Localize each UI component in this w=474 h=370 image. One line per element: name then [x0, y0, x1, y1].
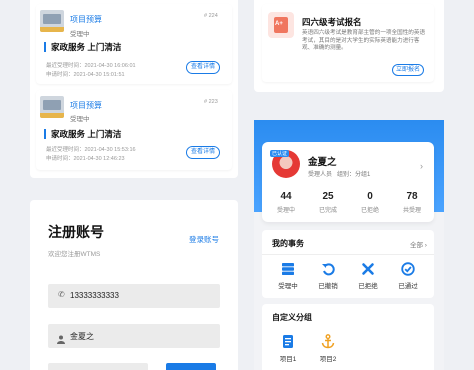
- affair-revoked[interactable]: 已撤销: [310, 262, 346, 292]
- stat-processing-label: 受理中: [276, 208, 295, 214]
- list-item[interactable]: 项目预算 # 223 受理中 家政服务 上门清洁 最近受理时间：2021-04-…: [36, 90, 232, 170]
- login-link[interactable]: 登录账号: [189, 234, 219, 245]
- submit-button[interactable]: [166, 363, 216, 370]
- next-field[interactable]: [48, 363, 148, 370]
- stat-processing-num: 44: [280, 191, 292, 202]
- item-apply-time: 申请时间：2021-04-30 15:01:51: [46, 72, 125, 78]
- profile-role: 受理人员: [308, 172, 333, 178]
- stat-rejected-label: 已拒绝: [360, 208, 379, 214]
- exam-description: 英语四六级考试是教育部主管的一项全国性的英语考试，其目的是对大学生的实际英语能力…: [302, 30, 426, 52]
- stat-total-num: 78: [406, 191, 418, 202]
- stat-total-label: 共受理: [402, 208, 421, 214]
- register-subtitle: 欢迎您注册WTMS: [48, 251, 101, 258]
- phone-value: 13333333333: [70, 291, 119, 300]
- custom-item-1[interactable]: 项目1: [270, 334, 306, 364]
- affair-revoked-label: 已撤销: [318, 283, 338, 290]
- item-status: 受理中: [70, 31, 90, 38]
- profile-card: 已认证 金夏之 受理人员 组别：分组1 › 44 受理中 25 已完成 0 已拒…: [262, 142, 434, 222]
- stat-completed-label: 已完成: [318, 208, 337, 214]
- view-details-button[interactable]: 查看详情: [186, 61, 220, 74]
- list-item[interactable]: 项目预算 # 224 受理中 家政服务 上门清洁 最近受理时间：2021-04-…: [36, 4, 232, 84]
- name-value: 金夏之: [70, 332, 94, 341]
- affairs-card: 我的事务 全部 › 受理中 已撤销 已拒绝 已通过: [262, 230, 434, 298]
- view-details-button[interactable]: 查看详情: [186, 146, 220, 159]
- profile-name: 金夏之: [308, 157, 337, 168]
- exam-icon: A+: [268, 12, 294, 38]
- item-title: 项目预算: [70, 15, 102, 24]
- affair-approved[interactable]: 已通过: [390, 262, 426, 292]
- stat-rejected-num: 0: [367, 191, 373, 202]
- anchor-icon: [321, 334, 335, 349]
- affairs-divider: [262, 254, 434, 255]
- affairs-all-link[interactable]: 全部 ›: [410, 239, 427, 249]
- profile-group: 组别：分组1: [337, 172, 371, 178]
- item-status: 受理中: [70, 116, 90, 123]
- custom-group-title: 自定义分组: [272, 313, 312, 322]
- affairs-title: 我的事务: [272, 239, 304, 248]
- custom-item-2[interactable]: 项目2: [310, 334, 346, 364]
- custom-group-card: 自定义分组 项目1 项目2: [262, 304, 434, 370]
- name-field[interactable]: 金夏之: [48, 324, 220, 348]
- affairs-all-label: 全部: [410, 242, 423, 249]
- check-circle-icon: [401, 262, 415, 276]
- phone-field[interactable]: ✆ 13333333333: [48, 284, 220, 308]
- document-icon: [283, 335, 293, 348]
- chevron-right-icon[interactable]: ›: [420, 161, 423, 171]
- item-number: # 224: [204, 13, 218, 19]
- project-thumbnail: [40, 10, 64, 32]
- item-apply-time: 申请时间：2021-04-30 12:46:23: [46, 156, 125, 162]
- custom-item-2-label: 项目2: [319, 356, 337, 363]
- affair-processing[interactable]: 受理中: [270, 262, 306, 292]
- item-subject: 家政服务 上门清洁: [44, 42, 121, 52]
- item-subject: 家政服务 上门清洁: [44, 129, 121, 139]
- affair-rejected-label: 已拒绝: [358, 283, 378, 290]
- affair-approved-label: 已通过: [398, 283, 418, 290]
- affair-processing-label: 受理中: [278, 283, 298, 290]
- stat-completed-num: 25: [322, 191, 334, 202]
- exam-card[interactable]: A+ 四六级考试报名 英语四六级考试是教育部主管的一项全国性的英语考试，其目的是…: [262, 4, 434, 82]
- item-title: 项目预算: [70, 101, 102, 110]
- exam-title: 四六级考试报名: [302, 17, 362, 27]
- apply-now-button[interactable]: 立即报名: [392, 64, 424, 76]
- person-icon: [57, 331, 65, 344]
- register-title: 注册账号: [48, 224, 104, 240]
- register-panel: 注册账号 登录账号 欢迎您注册WTMS ✆ 13333333333 金夏之: [30, 200, 238, 370]
- item-recent-time: 最近受理时间：2021-04-30 15:53:16: [46, 147, 136, 153]
- custom-item-1-label: 项目1: [279, 356, 297, 363]
- item-number: # 223: [204, 99, 218, 105]
- item-recent-time: 最近受理时间：2021-04-30 16:06:01: [46, 63, 136, 69]
- x-icon: [362, 263, 374, 275]
- project-thumbnail: [40, 96, 64, 118]
- affair-rejected[interactable]: 已拒绝: [350, 262, 386, 292]
- verified-badge: 已认证: [270, 150, 290, 157]
- phone-icon: ✆: [58, 290, 65, 299]
- exam-icon-text: A+: [275, 21, 283, 27]
- server-icon: [282, 263, 294, 275]
- undo-icon: [322, 263, 335, 276]
